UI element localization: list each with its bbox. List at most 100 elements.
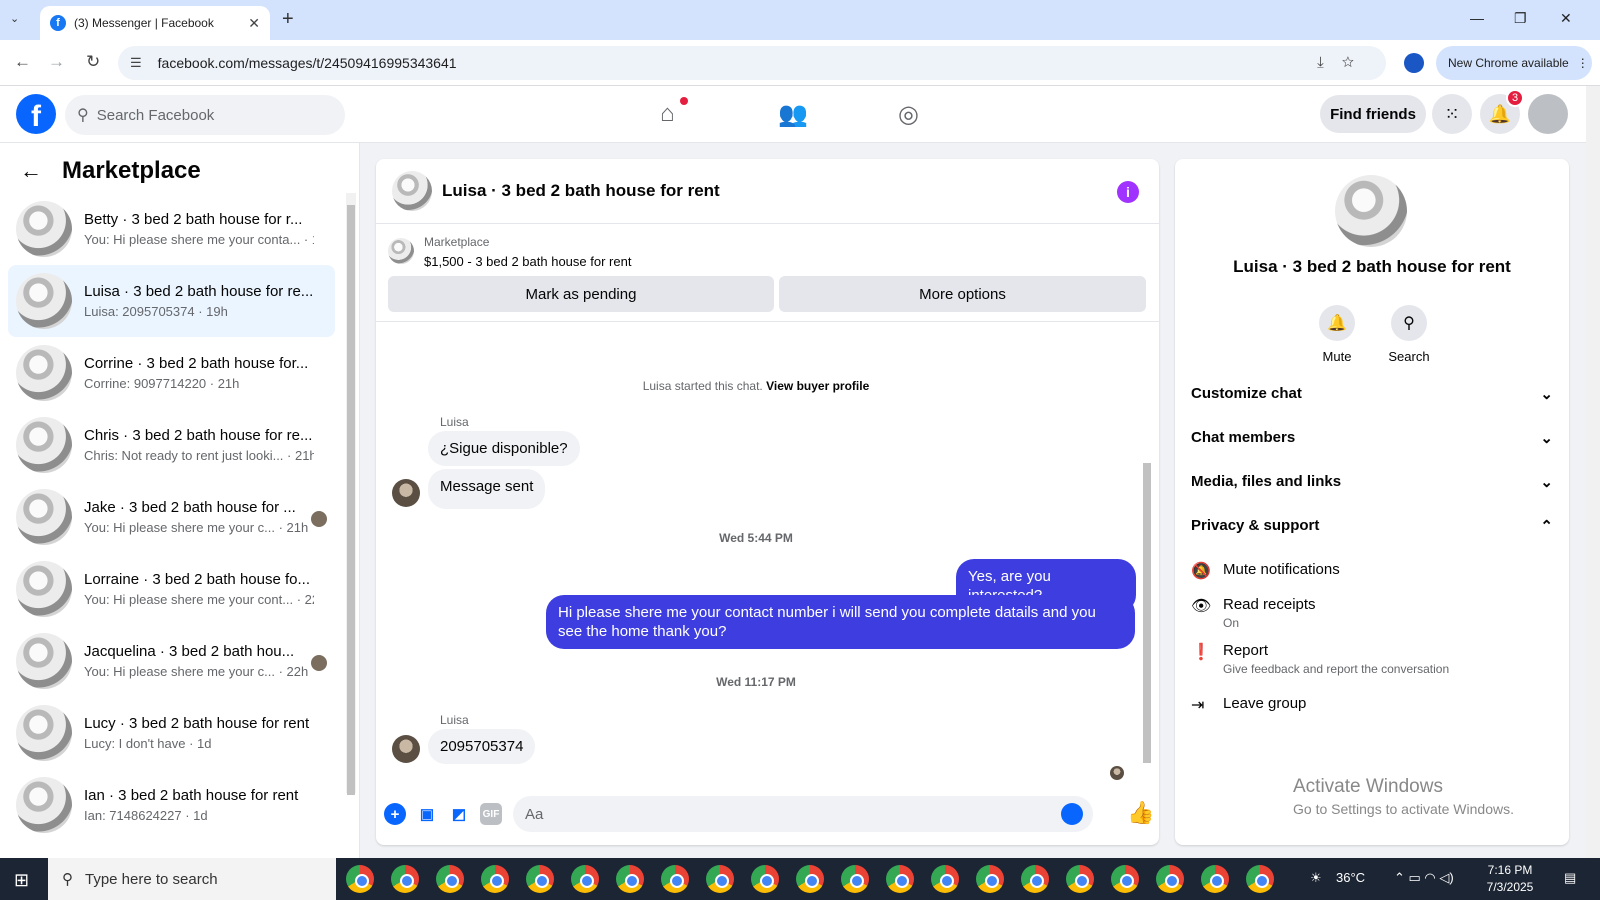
forward-icon[interactable]: → (48, 52, 65, 72)
chrome-icon[interactable] (1066, 865, 1094, 893)
reload-icon[interactable]: ↻ (86, 52, 100, 72)
info-icon[interactable]: i (1117, 181, 1139, 203)
bookmark-star-icon[interactable]: ⤓☆ (1317, 54, 1372, 71)
windows-start-icon[interactable]: ⊞ (14, 870, 29, 891)
weather-icon[interactable]: ☀ (1310, 870, 1322, 886)
sticker-icon[interactable]: ◩ (448, 803, 470, 825)
new-chrome-button[interactable]: New Chrome available ⋮ (1436, 46, 1592, 80)
list-item[interactable]: Betty · 3 bed 2 bath house for r... You: … (8, 193, 335, 265)
activate-windows-watermark: Activate Windows Go to Settings to activ… (1293, 776, 1514, 817)
browser-tab[interactable]: f (3) Messenger | Facebook ✕ (40, 6, 270, 40)
mute-notifications-item[interactable]: 🔕 Mute notifications (1191, 561, 1553, 581)
add-icon[interactable]: + (384, 803, 406, 825)
tab-search-icon[interactable]: ⌄ (10, 12, 19, 25)
profile-icon[interactable] (1404, 53, 1424, 73)
chrome-icon[interactable] (1156, 865, 1184, 893)
chrome-icon[interactable] (931, 865, 959, 893)
account-avatar[interactable] (1528, 94, 1568, 134)
section-chat-members[interactable]: Chat members ⌄ (1191, 429, 1553, 447)
mute-button[interactable]: 🔔 Mute (1302, 305, 1372, 364)
find-friends-button[interactable]: Find friends (1320, 95, 1426, 133)
more-options-button[interactable]: More options (779, 276, 1146, 312)
chrome-icon[interactable] (346, 865, 374, 893)
taskbar-search-input[interactable]: ⚲ Type here to search (48, 858, 336, 900)
chrome-icon[interactable] (1246, 865, 1274, 893)
list-item[interactable]: Lorraine · 3 bed 2 bath house fo... You: … (8, 553, 335, 625)
site-info-icon[interactable]: ☰ (130, 55, 142, 71)
chat-scrollbar[interactable] (1141, 323, 1153, 783)
listing-price[interactable]: $1,500 - 3 bed 2 bath house for rent (424, 254, 631, 269)
list-item[interactable]: Lucy · 3 bed 2 bath house for rent Lucy: … (8, 697, 335, 769)
back-arrow-icon[interactable]: ← (20, 158, 42, 184)
chrome-icon[interactable] (976, 865, 1004, 893)
section-media-files[interactable]: Media, files and links ⌄ (1191, 473, 1553, 491)
close-window-icon[interactable]: ✕ (1560, 10, 1572, 27)
list-item[interactable]: Chris · 3 bed 2 bath house for re... Chri… (8, 409, 335, 481)
message-input[interactable]: Aa (513, 796, 1093, 832)
list-item[interactable]: Luisa · 3 bed 2 bath house for re... Luis… (8, 265, 335, 337)
chrome-icon[interactable] (571, 865, 599, 893)
groups-icon[interactable]: ◎ (898, 100, 919, 129)
notification-center-icon[interactable]: ▤ (1564, 870, 1576, 886)
friends-icon[interactable]: 👥 (778, 100, 808, 129)
list-item[interactable]: Jacquelina · 3 bed 2 bath hou... You: Hi … (8, 625, 335, 697)
timestamp: Wed 11:17 PM (716, 675, 796, 689)
message-bubble[interactable]: 2095705374 (428, 729, 536, 764)
chrome-icon[interactable] (616, 865, 644, 893)
close-tab-icon[interactable]: ✕ (248, 15, 260, 32)
more-menu-icon[interactable]: ⋮ (1577, 56, 1589, 70)
home-icon[interactable]: ⌂ (660, 100, 675, 128)
restore-icon[interactable]: ❐ (1514, 10, 1527, 27)
conversation-preview: You: Hi please shere me your c... · 22h (84, 664, 309, 679)
read-receipts-item[interactable]: 👁 Read receipts On (1191, 596, 1553, 630)
list-item[interactable]: Ian · 3 bed 2 bath house for rent Ian: 71… (8, 769, 335, 841)
emoji-icon[interactable] (1061, 803, 1083, 825)
list-item[interactable]: Corrine · 3 bed 2 bath house for... Corri… (8, 337, 335, 409)
view-buyer-profile-link[interactable]: View buyer profile (766, 379, 869, 393)
message-bubble-outgoing[interactable]: Hi please shere me your contact number i… (546, 595, 1135, 649)
facebook-logo-icon[interactable]: f (16, 94, 56, 134)
gif-icon[interactable]: GIF (480, 803, 502, 825)
conversation-preview: Lucy: I don't have · 1d (84, 736, 212, 751)
back-icon[interactable]: ← (14, 52, 31, 72)
chrome-icon[interactable] (436, 865, 464, 893)
taskbar-clock[interactable]: 7:16 PM 7/3/2025 (1470, 862, 1550, 896)
leave-group-item[interactable]: ⇥ Leave group (1191, 695, 1553, 715)
chrome-icon[interactable] (661, 865, 689, 893)
chrome-icon[interactable] (751, 865, 779, 893)
list-item[interactable]: Jake · 3 bed 2 bath house for ... You: Hi… (8, 481, 335, 553)
tray-icons[interactable]: ⌃ ▭ ◠ ◁) (1394, 870, 1454, 886)
sidebar-scrollbar[interactable] (346, 193, 356, 795)
taskbar-search-placeholder: Type here to search (85, 870, 218, 888)
like-icon[interactable]: 👍 (1127, 800, 1154, 826)
chrome-icon[interactable] (1111, 865, 1139, 893)
section-customize-chat[interactable]: Customize chat ⌄ (1191, 385, 1553, 403)
temperature[interactable]: 36°C (1336, 870, 1365, 885)
message-bubble[interactable]: Message sent (428, 469, 546, 509)
search-conversation-button[interactable]: ⚲ Search (1374, 305, 1444, 364)
chrome-icon[interactable] (706, 865, 734, 893)
page-scrollbar[interactable] (1586, 86, 1600, 858)
minimize-icon[interactable]: — (1470, 10, 1484, 26)
new-tab-icon[interactable]: + (282, 8, 294, 31)
chrome-icon[interactable] (1021, 865, 1049, 893)
photo-icon[interactable]: ▣ (416, 803, 438, 825)
report-description: Give feedback and report the conversatio… (1223, 662, 1450, 676)
chrome-icon[interactable] (391, 865, 419, 893)
chat-thumbnail (392, 171, 432, 211)
report-item[interactable]: ❗ Report Give feedback and report the con… (1191, 642, 1553, 676)
chrome-icon[interactable] (1201, 865, 1229, 893)
section-privacy-support[interactable]: Privacy & support ⌃ (1191, 517, 1553, 535)
chrome-icon[interactable] (841, 865, 869, 893)
message-bubble[interactable]: ¿Sigue disponible? (428, 431, 580, 466)
url-field[interactable]: ☰ facebook.com/messages/t/24509416995343… (118, 46, 1386, 80)
search-input[interactable]: ⚲ Search Facebook (65, 95, 345, 135)
listing-thumbnail (16, 345, 72, 401)
chrome-icon[interactable] (796, 865, 824, 893)
menu-grid-icon[interactable]: ⁙ (1432, 94, 1472, 134)
chrome-icon[interactable] (886, 865, 914, 893)
mark-pending-button[interactable]: Mark as pending (388, 276, 774, 312)
mute-label: Mute (1322, 349, 1352, 364)
chrome-icon[interactable] (481, 865, 509, 893)
chrome-icon[interactable] (526, 865, 554, 893)
